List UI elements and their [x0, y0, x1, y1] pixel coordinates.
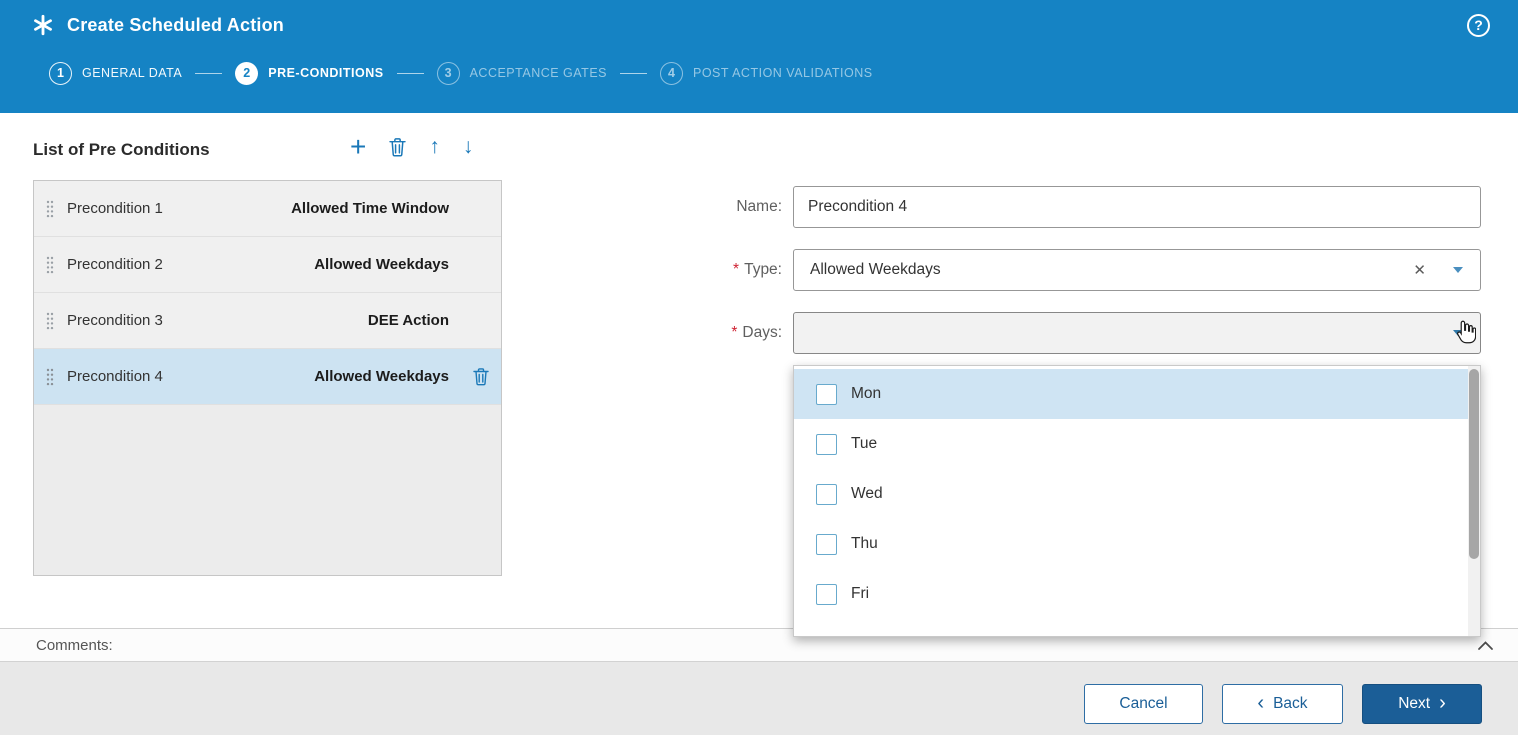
step-label: POST ACTION VALIDATIONS: [693, 66, 873, 80]
type-value: Allowed Weekdays: [810, 261, 941, 279]
create-scheduled-action-window: Create Scheduled Action ? 1 GENERAL DATA…: [0, 0, 1518, 735]
precondition-type: Allowed Weekdays: [314, 368, 449, 385]
step-acceptance-gates[interactable]: 3 ACCEPTANCE GATES: [437, 62, 607, 85]
step-label: PRE-CONDITIONS: [268, 66, 383, 80]
thu-checkbox[interactable]: [816, 534, 837, 555]
name-label: Name:: [612, 186, 782, 228]
comments-label: Comments:: [36, 637, 113, 654]
pre-conditions-list-title: List of Pre Conditions: [33, 140, 210, 160]
step-number: 1: [49, 62, 72, 85]
help-button[interactable]: ?: [1467, 14, 1490, 37]
dropdown-scrollbar[interactable]: [1468, 366, 1480, 636]
required-marker: *: [731, 324, 737, 341]
option-label: Mon: [851, 385, 881, 403]
footer-bar: Cancel ‹ Back Next ›: [0, 661, 1518, 735]
list-item-precondition-4-selected[interactable]: Precondition 4 Allowed Weekdays: [34, 349, 501, 405]
step-label: GENERAL DATA: [82, 66, 182, 80]
delete-precondition-button[interactable]: [389, 137, 406, 157]
collapse-comments-button[interactable]: [1473, 636, 1498, 655]
next-button[interactable]: Next ›: [1362, 684, 1482, 724]
tue-checkbox[interactable]: [816, 434, 837, 455]
add-precondition-button[interactable]: +: [350, 136, 366, 158]
precondition-type: Allowed Time Window: [291, 200, 449, 217]
back-button[interactable]: ‹ Back: [1222, 684, 1343, 724]
precondition-name: Precondition 1: [67, 200, 163, 217]
type-dropdown[interactable]: Allowed Weekdays ✕: [793, 249, 1481, 291]
type-label: *Type:: [612, 249, 782, 291]
option-fri[interactable]: Fri: [794, 569, 1480, 619]
days-field-row: *Days:: [793, 312, 1481, 354]
cancel-label: Cancel: [1119, 695, 1167, 713]
list-item-precondition-2[interactable]: Precondition 2 Allowed Weekdays: [34, 237, 501, 293]
step-number: 3: [437, 62, 460, 85]
chevron-down-icon[interactable]: [1452, 266, 1464, 274]
delete-row-button[interactable]: [473, 367, 489, 386]
option-label: Thu: [851, 535, 878, 553]
step-post-action-validations[interactable]: 4 POST ACTION VALIDATIONS: [660, 62, 873, 85]
step-number: 2: [235, 62, 258, 85]
type-field-row: *Type: Allowed Weekdays ✕: [793, 249, 1481, 291]
precondition-type: DEE Action: [368, 312, 449, 329]
row-action-slot: [449, 367, 489, 386]
step-label: ACCEPTANCE GATES: [470, 66, 607, 80]
precondition-type: Allowed Weekdays: [314, 256, 449, 273]
precondition-name: Precondition 3: [67, 312, 163, 329]
days-label: *Days:: [612, 312, 782, 354]
fri-checkbox[interactable]: [816, 584, 837, 605]
wed-checkbox[interactable]: [816, 484, 837, 505]
list-toolbar: + ↑ ↓: [350, 136, 473, 158]
header: Create Scheduled Action ? 1 GENERAL DATA…: [0, 0, 1518, 113]
step-pre-conditions[interactable]: 2 PRE-CONDITIONS: [235, 62, 383, 85]
list-item-precondition-3[interactable]: Precondition 3 DEE Action: [34, 293, 501, 349]
back-label: Back: [1273, 695, 1307, 713]
clear-type-icon[interactable]: ✕: [1409, 261, 1430, 279]
cancel-button[interactable]: Cancel: [1084, 684, 1203, 724]
help-icon: ?: [1474, 17, 1483, 33]
asterisk-app-icon: [32, 14, 54, 36]
option-wed[interactable]: Wed: [794, 469, 1480, 519]
next-label: Next: [1398, 695, 1430, 713]
move-down-button[interactable]: ↓: [463, 136, 474, 158]
chevron-left-icon: ‹: [1257, 693, 1264, 713]
option-label: Wed: [851, 485, 883, 503]
chevron-right-icon: ›: [1439, 693, 1446, 713]
wizard-steps: 1 GENERAL DATA 2 PRE-CONDITIONS 3 ACCEPT…: [0, 50, 1518, 96]
list-item-precondition-1[interactable]: Precondition 1 Allowed Time Window: [34, 181, 501, 237]
mon-checkbox[interactable]: [816, 384, 837, 405]
days-options-panel: Mon Tue Wed Thu Fri: [793, 365, 1481, 637]
drag-handle-icon[interactable]: [46, 199, 54, 219]
chevron-down-icon[interactable]: [1452, 329, 1464, 337]
option-thu[interactable]: Thu: [794, 519, 1480, 569]
option-mon[interactable]: Mon: [794, 369, 1480, 419]
move-up-button[interactable]: ↑: [429, 136, 440, 158]
step-connector: [195, 73, 222, 74]
option-label: Fri: [851, 585, 869, 603]
name-input[interactable]: [793, 186, 1481, 228]
days-dropdown[interactable]: [793, 312, 1481, 354]
required-marker: *: [733, 261, 739, 278]
option-label: Tue: [851, 435, 877, 453]
title-bar: Create Scheduled Action ?: [0, 0, 1518, 50]
page-title: Create Scheduled Action: [67, 15, 284, 36]
step-general-data[interactable]: 1 GENERAL DATA: [49, 62, 182, 85]
precondition-name: Precondition 4: [67, 368, 163, 385]
step-connector: [620, 73, 647, 74]
drag-handle-icon[interactable]: [46, 311, 54, 331]
drag-handle-icon[interactable]: [46, 255, 54, 275]
pre-conditions-list: Precondition 1 Allowed Time Window Preco…: [33, 180, 502, 576]
step-connector: [397, 73, 424, 74]
precondition-detail-form: Name: *Type: Allowed Weekdays ✕ *Days:: [793, 186, 1481, 375]
option-tue[interactable]: Tue: [794, 419, 1480, 469]
name-field-row: Name:: [793, 186, 1481, 228]
step-number: 4: [660, 62, 683, 85]
scrollbar-thumb[interactable]: [1469, 369, 1479, 559]
precondition-name: Precondition 2: [67, 256, 163, 273]
drag-handle-icon[interactable]: [46, 367, 54, 387]
